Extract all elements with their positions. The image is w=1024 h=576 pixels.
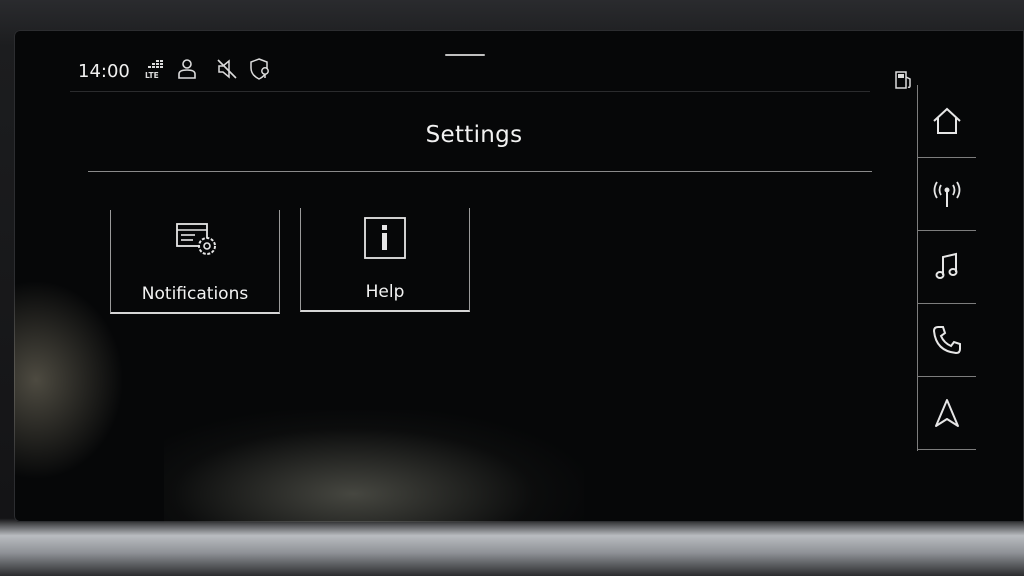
status-bar[interactable]: 14:00 LTE <box>70 48 911 92</box>
nav-navigation-button[interactable] <box>918 377 976 450</box>
user-profile-icon <box>178 59 196 79</box>
pull-down-handle[interactable] <box>445 54 485 56</box>
navigation-arrow-icon <box>935 399 959 427</box>
nav-phone-button[interactable] <box>918 304 976 377</box>
help-label: Help <box>365 282 405 302</box>
nav-media-button[interactable] <box>918 231 976 304</box>
music-note-icon <box>935 252 958 279</box>
page-title: Settings <box>425 122 523 148</box>
location-privacy-icon <box>250 58 269 80</box>
radio-antenna-icon <box>933 181 961 207</box>
help-tile[interactable]: Help <box>300 208 470 312</box>
signal-lte-icon: LTE <box>145 60 163 80</box>
infotainment-screen: 14:00 LTE Settings Notifications Help <box>14 30 1024 522</box>
phone-icon <box>932 326 961 355</box>
info-icon <box>364 217 406 259</box>
mute-icon <box>217 59 237 79</box>
screen-reflection-left <box>14 280 124 480</box>
nav-rail <box>917 85 976 451</box>
fuel-pump-icon[interactable] <box>892 68 916 92</box>
clock: 14:00 <box>78 61 130 82</box>
svg-text:LTE: LTE <box>145 71 159 80</box>
notifications-label: Notifications <box>141 284 249 304</box>
nav-radio-button[interactable] <box>918 158 976 231</box>
home-icon <box>933 107 961 134</box>
notifications-tile[interactable]: Notifications <box>110 210 280 314</box>
notifications-settings-icon <box>176 223 216 255</box>
nav-home-button[interactable] <box>918 85 976 158</box>
screen-reflection <box>164 410 584 522</box>
title-divider <box>88 171 872 172</box>
